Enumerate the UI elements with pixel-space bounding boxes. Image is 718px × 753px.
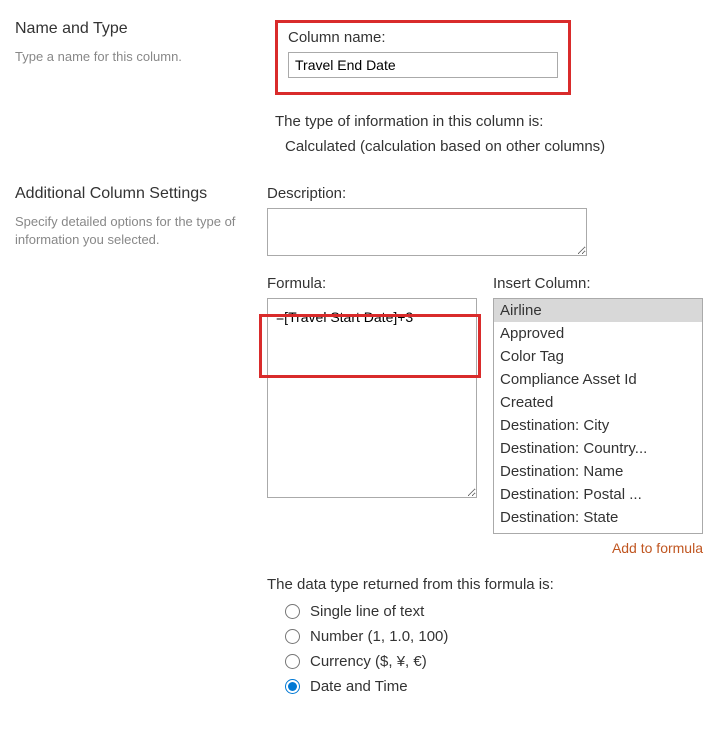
list-item[interactable]: Destination: State: [494, 506, 702, 529]
radio-datetime-label: Date and Time: [310, 678, 408, 695]
radio-number-input[interactable]: [285, 629, 300, 644]
radio-number-label: Number (1, 1.0, 100): [310, 628, 448, 645]
list-item[interactable]: Color Tag: [494, 345, 702, 368]
type-info-label: The type of information in this column i…: [275, 113, 703, 130]
list-item[interactable]: Destination: City: [494, 414, 702, 437]
radio-datetime[interactable]: Date and Time: [285, 678, 703, 695]
formula-label: Formula:: [267, 275, 477, 292]
column-name-input[interactable]: [288, 52, 558, 78]
name-type-title: Name and Type: [15, 20, 255, 38]
radio-single-line-label: Single line of text: [310, 603, 424, 620]
datatype-label: The data type returned from this formula…: [267, 576, 703, 593]
list-item[interactable]: Destination: Country...: [494, 437, 702, 460]
insert-column-label: Insert Column:: [493, 275, 703, 292]
additional-subtitle: Specify detailed options for the type of…: [15, 213, 247, 249]
radio-single-line-input[interactable]: [285, 604, 300, 619]
list-item[interactable]: Created: [494, 391, 702, 414]
add-to-formula-link[interactable]: Add to formula: [493, 540, 703, 556]
list-item[interactable]: Destination: Name: [494, 460, 702, 483]
list-item[interactable]: Destination: Postal ...: [494, 483, 702, 506]
column-name-label: Column name:: [288, 29, 558, 46]
radio-single-line[interactable]: Single line of text: [285, 603, 703, 620]
type-info-value: Calculated (calculation based on other c…: [285, 138, 703, 155]
description-label: Description:: [267, 185, 703, 202]
radio-currency[interactable]: Currency ($, ¥, €): [285, 653, 703, 670]
list-item[interactable]: Approved: [494, 322, 702, 345]
insert-column-listbox[interactable]: Airline Approved Color Tag Compliance As…: [493, 298, 703, 534]
column-name-highlight: Column name:: [275, 20, 571, 95]
radio-currency-label: Currency ($, ¥, €): [310, 653, 427, 670]
name-type-subtitle: Type a name for this column.: [15, 48, 255, 66]
radio-currency-input[interactable]: [285, 654, 300, 669]
list-item[interactable]: Compliance Asset Id: [494, 368, 702, 391]
list-item[interactable]: Airline: [494, 299, 702, 322]
additional-title: Additional Column Settings: [15, 185, 247, 203]
description-textarea[interactable]: [267, 208, 587, 256]
radio-datetime-input[interactable]: [285, 679, 300, 694]
radio-number[interactable]: Number (1, 1.0, 100): [285, 628, 703, 645]
formula-textarea[interactable]: [267, 298, 477, 498]
